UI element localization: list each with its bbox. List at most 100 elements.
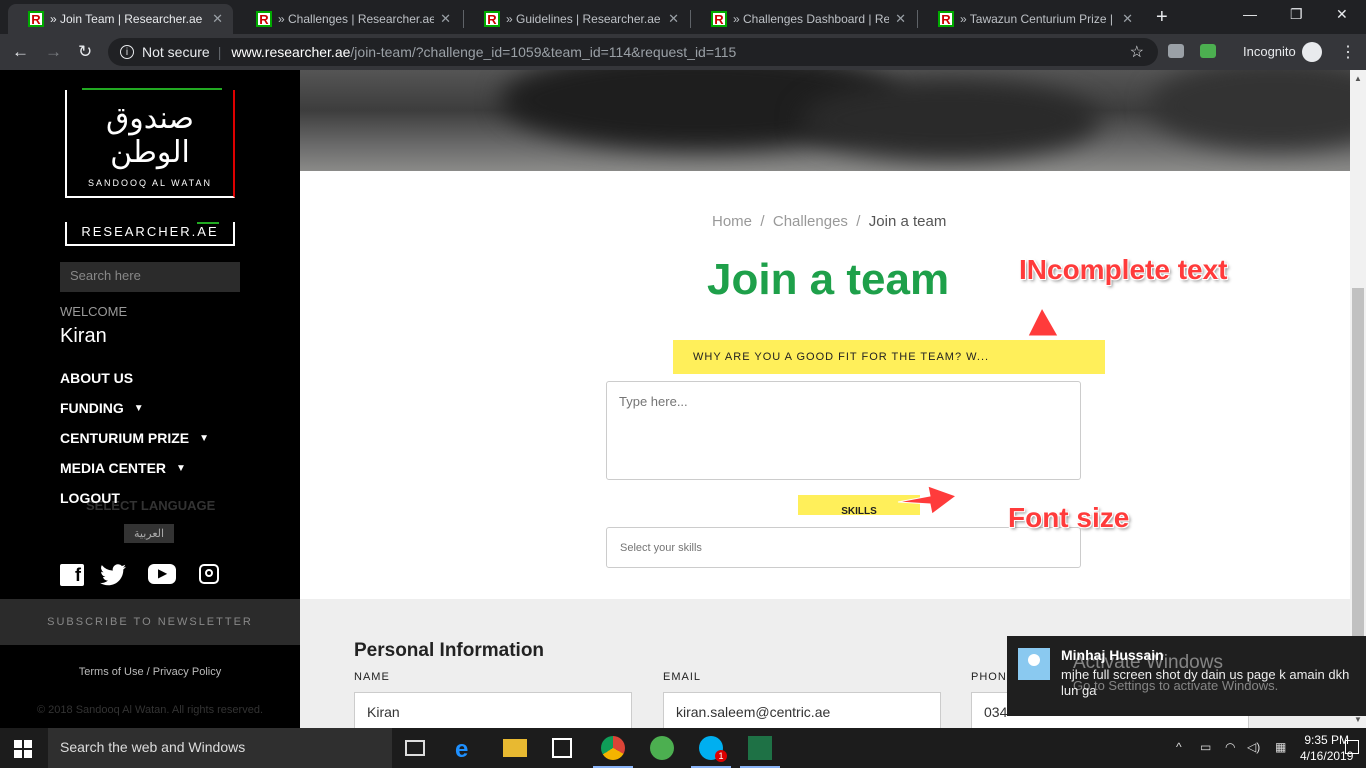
- nav-media-center[interactable]: MEDIA CENTER ▼: [60, 460, 186, 476]
- annotation-font-size: Font size: [1008, 502, 1130, 533]
- researcher-favicon-icon: R: [711, 11, 727, 27]
- edge-browser-icon[interactable]: e: [455, 736, 479, 763]
- utorrent-icon[interactable]: [650, 736, 674, 760]
- info-icon[interactable]: i: [120, 45, 134, 59]
- breadcrumb-challenges[interactable]: Challenges: [773, 213, 848, 230]
- scroll-down-icon[interactable]: ▼: [1354, 715, 1362, 724]
- more-menu-icon[interactable]: ⋮: [1340, 42, 1356, 62]
- close-icon[interactable]: ✕: [668, 11, 679, 27]
- nav-label: LOGOUT: [60, 490, 120, 506]
- extension-icon[interactable]: [1200, 44, 1216, 58]
- personal-info-title: Personal Information: [354, 640, 545, 661]
- incognito-icon: [1302, 42, 1322, 62]
- activate-windows-watermark: Activate Windows: [1073, 652, 1223, 673]
- annotation-arrow-right-icon: [897, 485, 958, 515]
- breadcrumb-home[interactable]: Home: [712, 213, 752, 230]
- researcher-favicon-icon: R: [28, 11, 44, 27]
- scrollbar-thumb[interactable]: [1352, 288, 1364, 676]
- nav-centurium-prize[interactable]: CENTURIUM PRIZE ▼: [60, 430, 209, 446]
- email-label: EMAIL: [663, 671, 702, 683]
- avatar: [1018, 648, 1050, 680]
- reload-icon[interactable]: ↻: [78, 42, 92, 62]
- page-scrollbar[interactable]: ▲ ▼: [1350, 70, 1366, 728]
- chrome-icon[interactable]: [593, 736, 633, 768]
- nav-label: ABOUT US: [60, 370, 134, 386]
- tab-label: » Challenges | Researcher.ae: [278, 12, 435, 26]
- researcher-logo[interactable]: RESEARCHER.AE: [65, 222, 235, 246]
- nav-funding[interactable]: FUNDING ▼: [60, 400, 144, 416]
- scroll-up-icon[interactable]: ▲: [1354, 74, 1362, 83]
- arabic-language-button[interactable]: العربية: [124, 524, 175, 543]
- new-tab-button[interactable]: +: [1156, 6, 1168, 29]
- tab-join-team[interactable]: R » Join Team | Researcher.ae ✕: [8, 4, 233, 34]
- cloud-shape: [800, 80, 1100, 160]
- address-bar[interactable]: i Not secure | www.researcher.ae /join-t…: [108, 38, 1158, 66]
- researcher-favicon-icon: R: [256, 11, 272, 27]
- excel-icon[interactable]: [740, 736, 780, 768]
- logo-arabic-line2: الوطن: [110, 135, 190, 170]
- close-icon[interactable]: ✕: [1122, 11, 1133, 27]
- chat-notification-toast[interactable]: Minhaj Hussain mjhe full screen shot dy …: [1007, 636, 1366, 716]
- twitter-icon[interactable]: [100, 564, 126, 586]
- annotation-incomplete-text: INcomplete text: [1019, 254, 1228, 285]
- nav-label: FUNDING: [60, 400, 124, 416]
- answer-textarea[interactable]: [606, 381, 1081, 480]
- researcher-favicon-icon: R: [484, 11, 500, 27]
- forward-arrow-icon[interactable]: →: [45, 42, 62, 62]
- breadcrumb-separator: /: [856, 213, 861, 230]
- minimize-icon[interactable]: —: [1243, 6, 1257, 22]
- task-view-icon[interactable]: [405, 740, 425, 756]
- youtube-icon[interactable]: ▶: [148, 564, 176, 584]
- tab-challenges-dashboard[interactable]: R » Challenges Dashboard | Rese ✕: [691, 4, 916, 34]
- tab-tawazun-centurium-prize[interactable]: R » Tawazun Centurium Prize | Re ✕: [918, 4, 1143, 34]
- url-path: /join-team/?challenge_id=1059&team_id=11…: [350, 44, 737, 60]
- question-label: WHY ARE YOU A GOOD FIT FOR THE TEAM? W..…: [673, 340, 1105, 374]
- taskbar-search-input[interactable]: Search the web and Windows: [48, 728, 392, 768]
- logo-arabic-text: صندوق الوطن: [67, 102, 233, 170]
- caret-down-icon: ▼: [199, 432, 210, 444]
- incognito-label: Incognito: [1243, 44, 1296, 59]
- instagram-icon[interactable]: [199, 564, 219, 584]
- tab-label: » Tawazun Centurium Prize | Re: [960, 12, 1117, 26]
- annotation-arrow-up-icon: [1027, 306, 1059, 337]
- tab-label: » Guidelines | Researcher.ae: [506, 12, 661, 26]
- browser-toolbar: ← → ↻ i Not secure | www.researcher.ae /…: [0, 34, 1366, 70]
- close-icon[interactable]: ✕: [212, 11, 223, 27]
- activate-windows-subtext: Go to Settings to activate Windows.: [1073, 678, 1279, 693]
- name-field[interactable]: [354, 692, 632, 732]
- show-hidden-icons-icon[interactable]: ^: [1176, 740, 1182, 754]
- close-window-icon[interactable]: ✕: [1336, 6, 1348, 23]
- store-icon[interactable]: [552, 738, 572, 758]
- facebook-icon[interactable]: f: [60, 564, 84, 586]
- terms-privacy-link[interactable]: Terms of Use / Privacy Policy: [0, 666, 300, 678]
- back-arrow-icon[interactable]: ←: [12, 42, 29, 62]
- breadcrumb-current: Join a team: [868, 213, 947, 230]
- tab-guidelines[interactable]: R » Guidelines | Researcher.ae ✕: [464, 4, 689, 34]
- skype-icon[interactable]: 1: [691, 736, 731, 768]
- nav-label: MEDIA CENTER: [60, 460, 167, 476]
- windows-taskbar: Search the web and Windows e 1 ^ ▭ ◠ ◁) …: [0, 728, 1366, 768]
- email-field[interactable]: [663, 692, 941, 732]
- windows-start-icon[interactable]: [14, 740, 32, 758]
- copyright-text: © 2018 Sandooq Al Watan. All rights rese…: [37, 704, 263, 716]
- nav-logout[interactable]: LOGOUT: [60, 490, 120, 506]
- nav-about-us[interactable]: ABOUT US: [60, 370, 133, 386]
- file-explorer-icon[interactable]: [503, 739, 527, 757]
- bookmark-star-icon[interactable]: ☆: [1130, 42, 1144, 62]
- wifi-icon[interactable]: ◠: [1225, 740, 1235, 754]
- researcher-text: RESEARCHER.: [81, 224, 198, 239]
- battery-icon[interactable]: ▭: [1200, 740, 1211, 754]
- sidebar-search-input[interactable]: Search here: [60, 262, 240, 292]
- restore-icon[interactable]: ❐: [1290, 6, 1303, 23]
- tab-challenges[interactable]: R » Challenges | Researcher.ae ✕: [236, 4, 461, 34]
- action-center-icon[interactable]: [1345, 740, 1359, 754]
- sandooq-logo[interactable]: صندوق الوطن SANDOOQ AL WATAN: [65, 88, 235, 198]
- page-title: Join a team: [707, 255, 950, 304]
- close-icon[interactable]: ✕: [440, 11, 451, 27]
- skype-badge: 1: [715, 750, 727, 762]
- keyboard-icon[interactable]: ▦: [1275, 740, 1286, 754]
- close-icon[interactable]: ✕: [895, 11, 906, 27]
- volume-icon[interactable]: ◁): [1247, 740, 1260, 754]
- subscribe-newsletter-button[interactable]: SUBSCRIBE TO NEWSLETTER: [0, 599, 300, 645]
- camera-icon[interactable]: [1168, 44, 1184, 58]
